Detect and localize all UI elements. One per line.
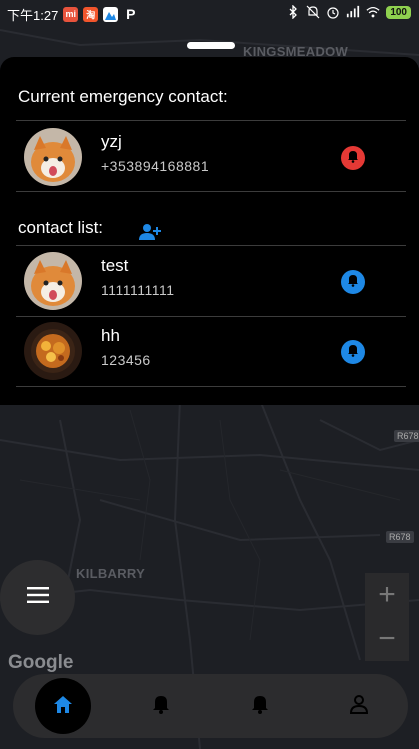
person-icon xyxy=(349,694,369,719)
zoom-out-button[interactable]: − xyxy=(365,617,409,661)
road-badge-r678: R678 xyxy=(394,430,419,442)
avatar xyxy=(24,322,82,380)
taobao-icon: 淘 xyxy=(83,6,99,22)
status-time: 下午1:27 xyxy=(7,7,59,23)
divider xyxy=(16,120,406,121)
bell-icon xyxy=(346,273,360,292)
mi-app-icon: mi xyxy=(63,6,79,22)
alert-bell-button[interactable] xyxy=(341,146,365,170)
mute-icon xyxy=(306,5,320,19)
add-contact-button[interactable] xyxy=(138,222,162,242)
bell-icon xyxy=(251,694,269,719)
bell-icon xyxy=(152,694,170,719)
home-icon xyxy=(52,694,74,719)
set-emergency-bell-button[interactable] xyxy=(341,340,365,364)
contact-list-title: contact list: xyxy=(18,218,104,237)
parking-app-icon: P xyxy=(126,6,136,22)
divider xyxy=(16,386,406,387)
google-logo: Google xyxy=(8,652,74,673)
nav-alerts[interactable] xyxy=(129,674,193,738)
bluetooth-icon xyxy=(286,5,300,19)
road-badge-r678: R678 xyxy=(386,531,414,543)
contact-name: hh xyxy=(101,326,120,345)
nav-profile[interactable] xyxy=(327,674,391,738)
zoom-controls: + − xyxy=(365,573,409,661)
contact-phone: 1111111111 xyxy=(101,282,175,298)
signal-icon xyxy=(346,5,360,19)
wifi-icon xyxy=(366,5,380,19)
contact-name: yzj xyxy=(101,132,122,151)
contact-list-item[interactable]: hh 123456 xyxy=(16,316,406,386)
map-label-kilbarry: KILBARRY xyxy=(76,566,146,581)
nav-home[interactable] xyxy=(31,674,95,738)
system-status-icons: 100 xyxy=(286,5,411,19)
contact-phone: +353894168881 xyxy=(101,158,210,174)
status-bar: 下午1:27 mi 淘 P 100 xyxy=(0,0,419,28)
contact-list-item[interactable]: test 1111111111 xyxy=(16,246,406,316)
bell-icon xyxy=(346,149,360,168)
alarm-icon xyxy=(326,5,340,19)
gallery-icon xyxy=(103,6,119,22)
avatar xyxy=(24,252,82,310)
bell-icon xyxy=(346,343,360,362)
battery-indicator: 100 xyxy=(386,5,411,19)
divider xyxy=(16,191,406,192)
contact-phone: 123456 xyxy=(101,352,151,368)
zoom-in-button[interactable]: + xyxy=(365,573,409,617)
current-contact-title: Current emergency contact: xyxy=(18,87,228,106)
current-contact-row[interactable]: yzj +353894168881 xyxy=(16,122,406,192)
hamburger-menu-icon xyxy=(26,587,49,608)
set-emergency-bell-button[interactable] xyxy=(341,270,365,294)
sheet-drag-handle[interactable] xyxy=(187,42,235,49)
menu-button[interactable] xyxy=(0,560,75,635)
contact-name: test xyxy=(101,256,129,275)
contacts-sheet: Current emergency contact: yzj +35389416… xyxy=(0,57,419,405)
nav-notifications[interactable] xyxy=(228,674,292,738)
bottom-navigation xyxy=(13,674,408,738)
add-person-icon xyxy=(138,224,162,246)
avatar xyxy=(24,128,82,186)
